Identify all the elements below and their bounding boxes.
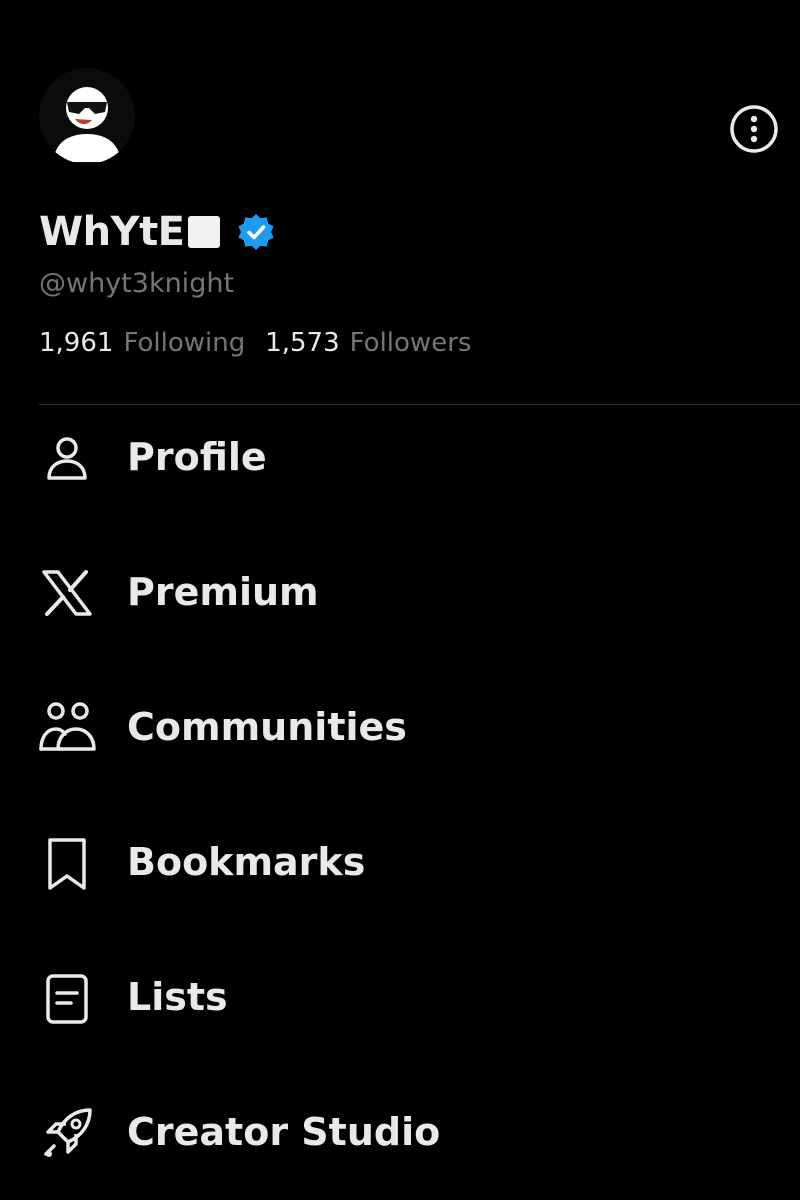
- person-icon: [47, 437, 87, 480]
- menu-item-label: Premium: [127, 570, 319, 614]
- verified-badge-icon: [237, 214, 274, 250]
- rocket-icon: [44, 1108, 92, 1157]
- menu-item-label: Creator Studio: [127, 1110, 441, 1154]
- list-icon: [46, 974, 88, 1024]
- x-logo-icon: [42, 570, 92, 616]
- menu-item-lists[interactable]: Lists: [0, 945, 800, 1045]
- follow-stats: 1,961 Following 1,573 Followers: [39, 328, 491, 358]
- avatar-sunglasses-icon: [39, 68, 135, 164]
- menu-item-creator-studio[interactable]: Creator Studio: [0, 1080, 800, 1180]
- avatar[interactable]: [39, 68, 135, 164]
- menu-item-profile[interactable]: Profile: [0, 405, 800, 505]
- following-count: 1,961: [39, 328, 114, 358]
- white-square-emoji-icon: [187, 216, 220, 248]
- menu-item-communities[interactable]: Communities: [0, 675, 800, 775]
- display-name: WhYtE: [39, 209, 185, 255]
- followers-link[interactable]: 1,573 Followers: [265, 328, 471, 358]
- following-label: Following: [123, 328, 246, 358]
- menu-item-premium[interactable]: Premium: [0, 540, 800, 640]
- menu-item-bookmarks[interactable]: Bookmarks: [0, 810, 800, 910]
- bookmark-icon: [48, 838, 86, 890]
- menu-item-label: Bookmarks: [127, 840, 366, 884]
- more-options-button[interactable]: [728, 103, 780, 155]
- menu-item-label: Communities: [127, 705, 407, 749]
- menu-item-label: Lists: [127, 975, 228, 1019]
- display-name-row: WhYtE: [39, 200, 276, 264]
- communities-icon: [39, 702, 96, 751]
- followers-label: Followers: [349, 328, 472, 358]
- profile-handle: @whyt3knight: [39, 268, 235, 299]
- followers-count: 1,573: [265, 328, 340, 358]
- more-options-icon: [730, 105, 778, 153]
- menu-item-label: Profile: [127, 435, 267, 479]
- following-link[interactable]: 1,961 Following: [39, 328, 245, 358]
